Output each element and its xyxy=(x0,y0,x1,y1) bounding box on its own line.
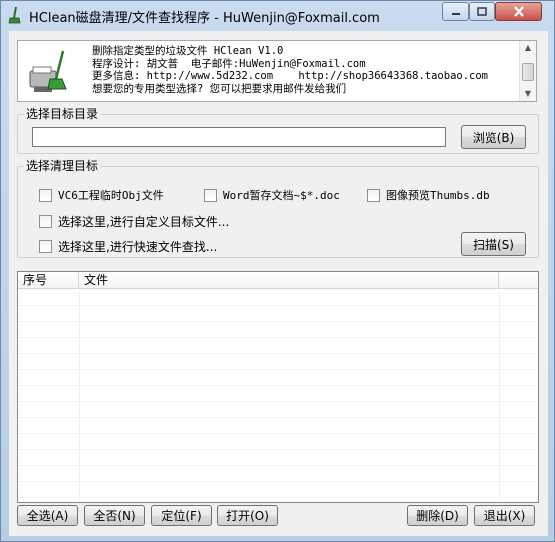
window-title: HClean磁盘清理/文件查找程序 - HuWenjin@Foxmail.com xyxy=(29,11,380,26)
scroll-thumb[interactable] xyxy=(522,63,534,81)
select-none-button[interactable]: 全否(N) xyxy=(84,505,145,526)
clean-target-group-label: 选择清理目标 xyxy=(24,159,101,173)
client-area: 删除指定类型的垃圾文件 HClean V1.0 程序设计: 胡文普 电子邮件:Hu… xyxy=(9,31,548,536)
checkbox-label: 选择这里,进行快速文件查找... xyxy=(58,240,218,254)
quick-search-checkbox[interactable]: 选择这里,进行快速文件查找... xyxy=(39,238,217,255)
target-dir-input[interactable] xyxy=(32,127,446,147)
browse-button[interactable]: 浏览(B) xyxy=(461,125,526,149)
info-box: 删除指定类型的垃圾文件 HClean V1.0 程序设计: 胡文普 电子邮件:Hu… xyxy=(17,40,537,102)
info-scrollbar[interactable]: ▲ ▼ xyxy=(519,41,536,101)
main-window: HClean磁盘清理/文件查找程序 - HuWenjin@Foxmail.com… xyxy=(0,0,555,542)
broom-icon xyxy=(8,6,21,24)
minimize-button[interactable] xyxy=(442,2,469,21)
title-bar[interactable]: HClean磁盘清理/文件查找程序 - HuWenjin@Foxmail.com xyxy=(1,1,554,29)
close-icon xyxy=(513,6,524,17)
checkbox-label: 图像预览Thumbs.db xyxy=(386,189,490,202)
checkbox-box[interactable] xyxy=(39,188,52,202)
open-button[interactable]: 打开(O) xyxy=(217,505,278,526)
checkbox-label: VC6工程临时Obj文件 xyxy=(58,189,164,202)
checkbox-box[interactable] xyxy=(367,188,380,202)
custom-target-checkbox[interactable]: 选择这里,进行自定义目标文件... xyxy=(39,213,229,230)
info-line: 更多信息: http://www.5d232.com http://shop36… xyxy=(92,70,489,82)
word-temp-checkbox[interactable]: Word暂存文档~$*.doc xyxy=(204,187,340,203)
exit-button[interactable]: 退出(X) xyxy=(474,505,535,526)
scroll-up-icon[interactable]: ▲ xyxy=(520,41,536,55)
maximize-icon xyxy=(477,7,487,16)
thumbs-db-checkbox[interactable]: 图像预览Thumbs.db xyxy=(367,187,490,203)
target-dir-group-label: 选择目标目录 xyxy=(24,107,101,121)
column-header-index[interactable]: 序号 xyxy=(18,272,79,289)
target-dir-group: 选择目标目录 浏览(B) xyxy=(17,107,539,154)
shredder-broom-icon xyxy=(29,50,67,92)
minimize-icon xyxy=(451,12,460,15)
checkbox-box[interactable] xyxy=(39,215,52,228)
checkbox-label: Word暂存文档~$*.doc xyxy=(223,189,340,202)
vc6-obj-checkbox[interactable]: VC6工程临时Obj文件 xyxy=(39,187,164,203)
close-button[interactable] xyxy=(495,2,542,21)
info-text: 删除指定类型的垃圾文件 HClean V1.0 程序设计: 胡文普 电子邮件:Hu… xyxy=(92,45,488,95)
column-divider xyxy=(79,290,80,502)
delete-button[interactable]: 删除(D) xyxy=(407,505,468,526)
checkbox-box[interactable] xyxy=(39,240,52,253)
list-header: 序号 文件 xyxy=(18,272,538,289)
info-line: 程序设计: 胡文普 电子邮件:HuWenjin@Foxmail.com xyxy=(92,57,366,70)
scroll-down-icon[interactable]: ▼ xyxy=(520,87,536,101)
select-all-button[interactable]: 全选(A) xyxy=(17,505,78,526)
info-line: 删除指定类型的垃圾文件 HClean V1.0 xyxy=(92,45,284,57)
info-line: 想要您的专用类型选择? 您可以把要求用邮件发给我们 xyxy=(92,82,347,95)
checkbox-box[interactable] xyxy=(204,188,217,202)
file-list[interactable]: 序号 文件 xyxy=(17,271,539,503)
column-divider xyxy=(499,290,500,502)
maximize-button[interactable] xyxy=(469,2,495,21)
checkbox-label: 选择这里,进行自定义目标文件... xyxy=(58,215,230,229)
list-body xyxy=(18,290,538,502)
locate-button[interactable]: 定位(F) xyxy=(151,505,212,526)
clean-target-group: 选择清理目标 VC6工程临时Obj文件 Word暂存文档~$*.doc 图像预览… xyxy=(17,159,539,258)
scan-button[interactable]: 扫描(S) xyxy=(461,232,526,256)
column-header-file[interactable]: 文件 xyxy=(79,272,499,289)
